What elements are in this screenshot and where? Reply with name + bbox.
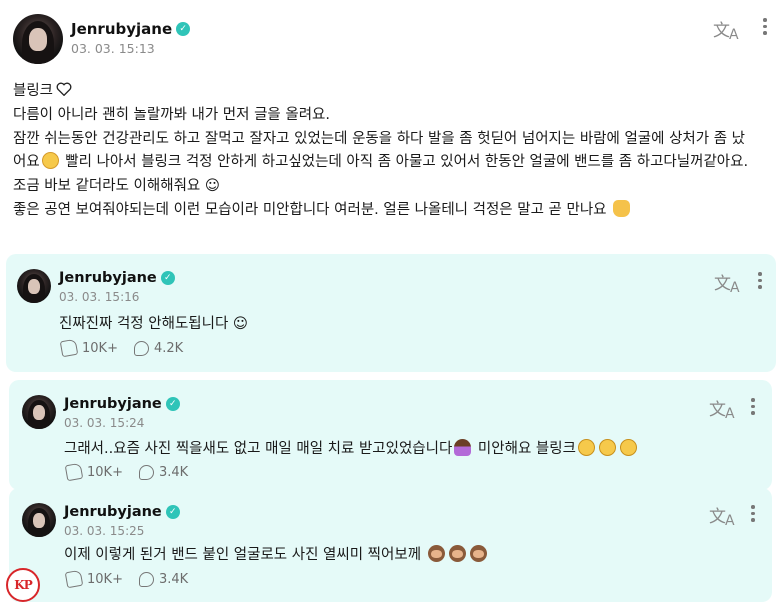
- like-icon: [64, 462, 84, 482]
- worried-face-emoji-icon: [598, 439, 616, 456]
- reply-text-suffix: 미안해요 블링크: [473, 441, 576, 457]
- reply-text-main: 이제 이렇게 된거 밴드 붙인 얼굴로도 사진 열씨미 찍어보께: [64, 547, 422, 563]
- verified-badge-icon: ✓: [176, 22, 191, 36]
- post-line: 잠깐 쉬는동안 건강관리도 하고 잘먹고 잘자고 있었는데 운동을 하다 발을 …: [13, 130, 746, 147]
- worried-face-emoji-icon: [619, 439, 637, 456]
- reply-header: Jenrubyjane ✓ 03. 03. 15:24: [64, 396, 180, 430]
- timestamp: 03. 03. 15:13: [71, 41, 155, 56]
- heart-icon: [56, 82, 72, 96]
- post-header: Jenrubyjane ✓ 03. 03. 15:13: [71, 20, 191, 56]
- reply-header: Jenrubyjane ✓ 03. 03. 15:25: [64, 504, 180, 538]
- timestamp: 03. 03. 15:25: [64, 524, 145, 538]
- author-name[interactable]: Jenrubyjane: [64, 504, 162, 520]
- reply-text: 이제 이렇게 된거 밴드 붙인 얼굴로도 사진 열씨미 찍어보께: [64, 543, 489, 564]
- translate-icon[interactable]: 文A: [714, 269, 739, 296]
- like-icon: [64, 569, 84, 589]
- see-no-evil-monkey-emoji-icon: [448, 545, 466, 562]
- reply-stats: 10K+ 4.2K: [59, 338, 184, 358]
- comment-count: 3.4K: [158, 464, 189, 480]
- comment-count: 3.4K: [158, 571, 189, 587]
- reply-card[interactable]: Jenrubyjane ✓ 03. 03. 15:24 文A 그래서..요즘 사…: [9, 380, 772, 490]
- like-stat[interactable]: 10K+: [64, 462, 123, 482]
- post-line: 블링크: [13, 83, 54, 99]
- avatar[interactable]: [17, 269, 51, 303]
- post-body: 블링크 다름이 아니라 괜히 놀랄까봐 내가 먼저 글을 올려요. 잠깐 쉬는동…: [13, 80, 773, 223]
- like-count: 10K+: [82, 340, 118, 356]
- see-no-evil-monkey-emoji-icon: [427, 545, 445, 562]
- comment-stat[interactable]: 3.4K: [138, 571, 189, 587]
- comment-icon: [138, 464, 154, 480]
- comment-count: 4.2K: [153, 340, 184, 356]
- translate-icon[interactable]: 文A: [713, 16, 738, 43]
- author-name[interactable]: Jenrubyjane: [64, 396, 162, 412]
- like-icon: [59, 338, 79, 358]
- comment-icon: [133, 340, 149, 356]
- avatar[interactable]: [22, 395, 56, 429]
- post-line: 빨리 나아서 블링크 걱정 안하게 하고싶었는데 아직 좀 아물고 있어서 한동…: [60, 154, 749, 171]
- post-line: 어요: [13, 154, 40, 171]
- sad-face-emoji-icon: [41, 152, 59, 170]
- timestamp: 03. 03. 15:24: [64, 416, 145, 430]
- translate-icon[interactable]: 文A: [709, 502, 734, 529]
- translate-icon[interactable]: 文A: [709, 395, 734, 422]
- reply-text: 그래서..요즘 사진 찍을새도 없고 매일 매일 치료 받고있었습니다 미안해요…: [64, 437, 639, 458]
- more-vertical-icon[interactable]: [751, 398, 755, 415]
- more-vertical-icon[interactable]: [763, 18, 767, 35]
- like-count: 10K+: [87, 571, 123, 587]
- like-stat[interactable]: 10K+: [64, 569, 123, 589]
- like-stat[interactable]: 10K+: [59, 338, 118, 358]
- avatar[interactable]: [13, 14, 63, 64]
- verified-badge-icon: ✓: [160, 271, 175, 285]
- comment-stat[interactable]: 3.4K: [138, 464, 189, 480]
- author-name[interactable]: Jenrubyjane: [59, 270, 157, 286]
- like-count: 10K+: [87, 464, 123, 480]
- avatar[interactable]: [22, 503, 56, 537]
- person-emoji-icon: [454, 439, 472, 456]
- verified-badge-icon: ✓: [165, 397, 180, 411]
- reply-card[interactable]: Jenrubyjane ✓ 03. 03. 15:25 文A 이제 이렇게 된거…: [9, 488, 772, 602]
- post-line: 조금 바보 같더라도 이해해줘요 ☺: [13, 178, 220, 195]
- post-line: 다름이 아니라 괜히 놀랄까봐 내가 먼저 글을 올려요.: [13, 106, 331, 123]
- reply-text: 진짜진짜 걱정 안해도됩니다 ☺: [59, 316, 249, 332]
- reply-card[interactable]: Jenrubyjane ✓ 03. 03. 15:16 文A 진짜진짜 걱정 안…: [6, 254, 776, 372]
- verified-badge-icon: ✓: [165, 505, 180, 519]
- more-vertical-icon[interactable]: [751, 505, 755, 522]
- comment-icon: [138, 571, 154, 587]
- post-line: 좋은 공연 보여줘야되는데 이런 모습이라 미안합니다 여러분. 얼른 나올테니…: [13, 201, 607, 218]
- see-no-evil-monkey-emoji-icon: [469, 545, 487, 562]
- reply-stats: 10K+ 3.4K: [64, 569, 189, 589]
- reply-text-main: 그래서..요즘 사진 찍을새도 없고 매일 매일 치료 받고있었습니다: [64, 441, 453, 457]
- author-name[interactable]: Jenrubyjane: [71, 20, 172, 38]
- reply-header: Jenrubyjane ✓ 03. 03. 15:16: [59, 270, 175, 304]
- more-vertical-icon[interactable]: [758, 272, 762, 289]
- timestamp: 03. 03. 15:16: [59, 290, 140, 304]
- watermark-logo: KP: [6, 568, 40, 602]
- comment-stat[interactable]: 4.2K: [133, 340, 184, 356]
- worried-face-emoji-icon: [577, 439, 595, 456]
- raised-hands-emoji-icon: [613, 199, 631, 217]
- reply-stats: 10K+ 3.4K: [64, 462, 189, 482]
